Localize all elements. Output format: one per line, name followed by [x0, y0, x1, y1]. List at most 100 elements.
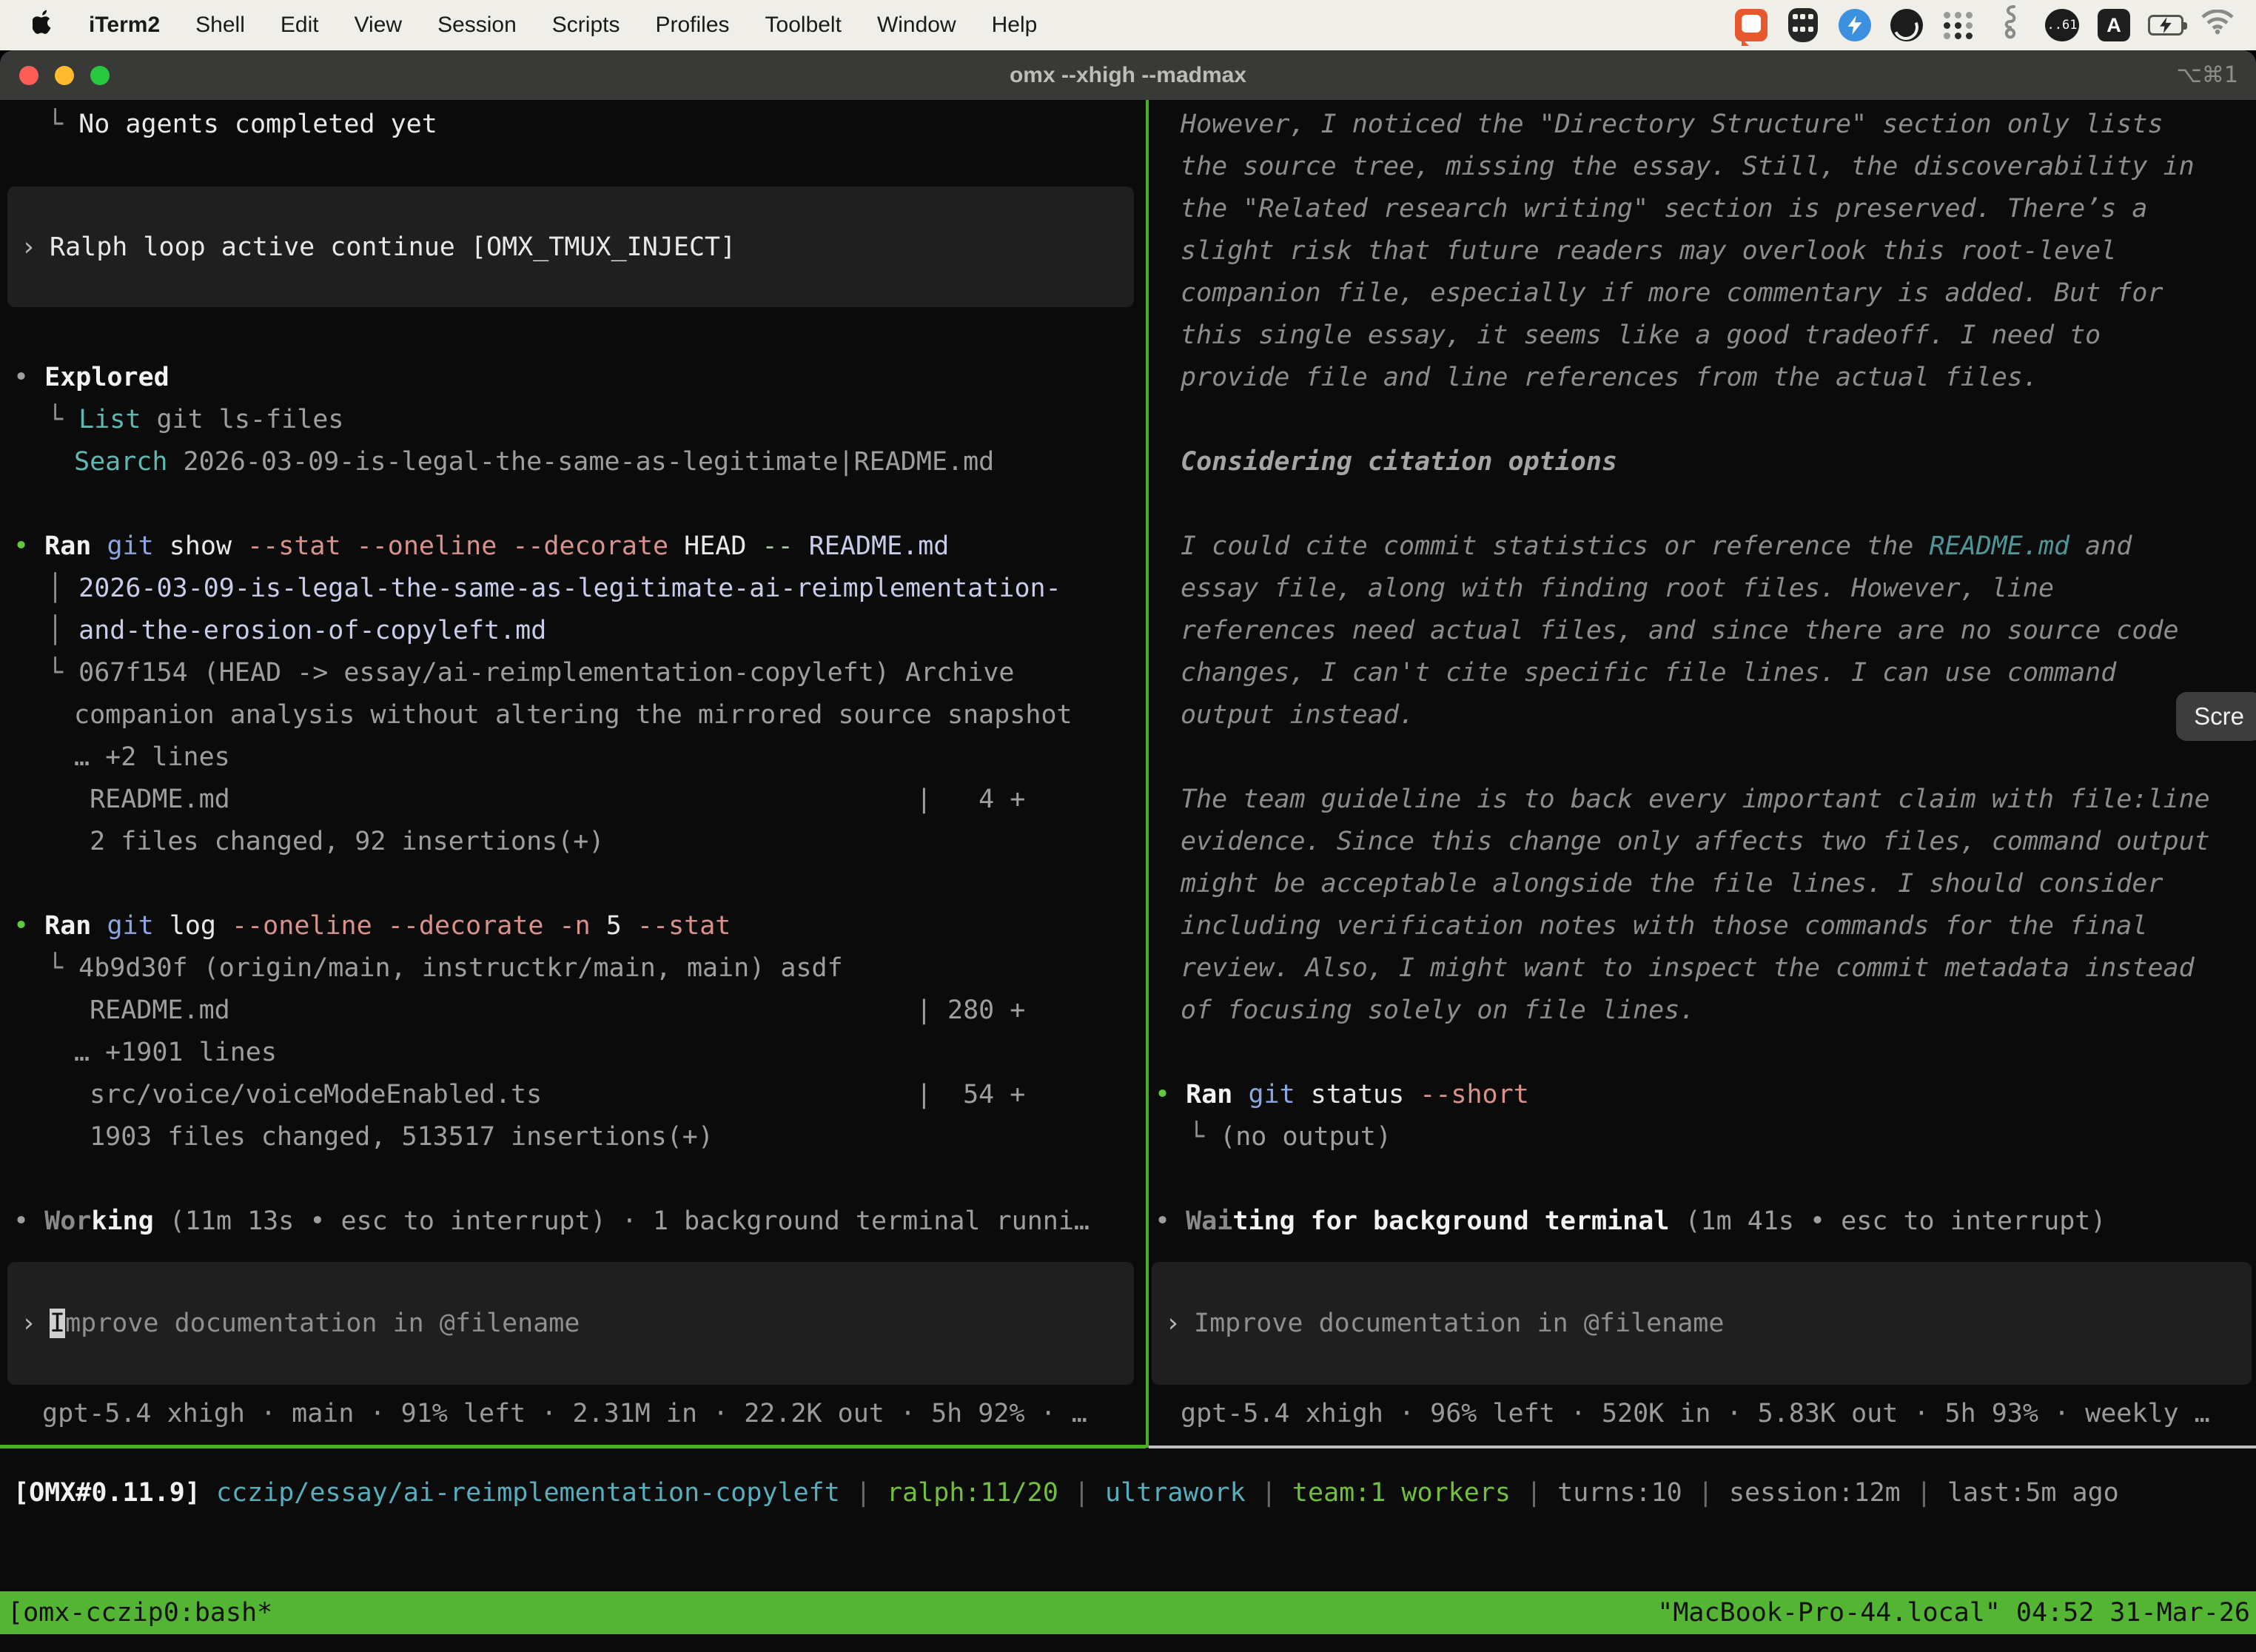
- terminal-text-segment: I could cite commit statistics or refere…: [1181, 531, 1929, 561]
- terminal-text-segment: │: [47, 574, 78, 603]
- menubar-item-scripts[interactable]: Scripts: [552, 13, 620, 38]
- terminal-text-segment: companion file, especially if more comme…: [1181, 278, 2163, 308]
- bolt-circle-icon[interactable]: [1837, 7, 1873, 43]
- wifi-icon[interactable]: [2200, 7, 2235, 43]
- left-pane-line: └ List git ls-files: [47, 399, 343, 441]
- right-pane-line: However, I noticed the "Directory Struct…: [1181, 104, 2163, 146]
- omx-status-segment: cczip/essay/ai-reimplementation-copyleft: [216, 1478, 840, 1508]
- right-pane-line: review. Also, I might want to inspect th…: [1181, 947, 2195, 990]
- omx-status-segment: turns:10: [1557, 1478, 1682, 1508]
- shield-keypad-icon[interactable]: [1785, 7, 1821, 43]
- menubar-item-profiles[interactable]: Profiles: [655, 13, 729, 38]
- right-pane-line: companion file, especially if more comme…: [1181, 272, 2163, 315]
- right-pane-line: the "Related research writing" section i…: [1181, 188, 2147, 230]
- omx-status-segment: ultrawork: [1105, 1478, 1246, 1508]
- apple-menu-icon[interactable]: [33, 10, 53, 41]
- terminal-text-segment: •: [13, 911, 44, 941]
- tmux-pane-divider[interactable]: [1146, 100, 1149, 1448]
- left-pane-line: src/voice/voiceModeEnabled.ts | 54 +: [74, 1074, 1025, 1116]
- squiggle-icon[interactable]: [1993, 7, 2028, 43]
- terminal-text-segment: output instead.: [1181, 700, 1414, 730]
- terminal-text-segment: 4b9d30f (origin/main, instructkr/main, m…: [78, 953, 843, 983]
- terminal-text-segment: --decorate: [497, 531, 668, 561]
- tmux-session-name[interactable]: [omx-cczip0:bash*: [0, 1598, 272, 1628]
- right-pane-line: • Ran git status --short: [1155, 1074, 1529, 1116]
- letter-a-icon[interactable]: A: [2096, 7, 2132, 43]
- terminal-text-segment: … +1901 lines: [74, 1038, 277, 1067]
- terminal-text-segment: └: [47, 658, 78, 688]
- terminal-content[interactable]: › Ralph loop active continue [OMX_TMUX_I…: [0, 100, 2256, 1652]
- terminal-text-segment: log: [154, 911, 216, 941]
- omx-status-segment: [OMX#0.11.9]: [13, 1478, 216, 1508]
- terminal-text-segment: README.md | 4 +: [74, 785, 1025, 814]
- omx-status-segment: session:12m: [1729, 1478, 1901, 1508]
- terminal-text-segment: the source tree, missing the essay. Stil…: [1181, 152, 2195, 181]
- menubar-item-iterm2[interactable]: iTerm2: [89, 13, 160, 38]
- terminal-text-segment: --stat: [232, 531, 341, 561]
- left-pane-line: • Working (11m 13s • esc to interrupt) ·…: [13, 1201, 1090, 1243]
- left-input-placeholder[interactable]: Improve documentation in @filename: [50, 1309, 580, 1338]
- menubar-item-help[interactable]: Help: [992, 13, 1038, 38]
- terminal-text-segment: (no output): [1220, 1122, 1391, 1152]
- omx-status-segment: ralph:11/20: [887, 1478, 1058, 1508]
- terminal-text-segment: HEAD: [668, 531, 746, 561]
- left-pane-line: └ 067f154 (HEAD -> essay/ai-reimplementa…: [47, 652, 1014, 694]
- terminal-text-segment: README.md: [793, 531, 950, 561]
- terminal-text-segment: •: [13, 531, 44, 561]
- terminal-text-segment: [154, 1206, 169, 1236]
- screenshot-chat-icon[interactable]: [1733, 7, 1769, 43]
- terminal-text-segment: └: [47, 110, 78, 139]
- right-pane-line: Considering citation options: [1181, 441, 1617, 483]
- right-agent-input[interactable]: › Improve documentation in @filename: [1152, 1262, 2252, 1385]
- terminal-text-segment: │: [47, 616, 78, 645]
- terminal-text-segment: --decorate: [372, 911, 544, 941]
- left-pane-line: └ No agents completed yet: [47, 104, 437, 146]
- window-title: omx --xhigh --madmax: [0, 63, 2256, 88]
- right-pane-line: essay file, along with finding root file…: [1181, 568, 2054, 610]
- left-pane-line: companion analysis without altering the …: [74, 694, 1072, 736]
- menubar-item-edit[interactable]: Edit: [281, 13, 319, 38]
- terminal-text-segment: of focusing solely on file lines.: [1181, 995, 1695, 1025]
- terminal-text-segment: --short: [1404, 1080, 1529, 1109]
- right-pane-line: slight risk that future readers may over…: [1181, 230, 2116, 272]
- terminal-text-segment: 067f154 (HEAD -> essay/ai-reimplementati…: [78, 658, 1014, 688]
- terminal-text-segment: king: [91, 1206, 153, 1236]
- dots-grid-icon[interactable]: [1941, 7, 1976, 43]
- menubar-items: Shell Edit View Session Scripts Profiles Toolb…: [195, 13, 1037, 38]
- battery-charging-icon[interactable]: [2148, 7, 2183, 43]
- window-titlebar: omx --xhigh --madmax ⌥⌘1: [0, 50, 2256, 100]
- left-pane-line: └ 4b9d30f (origin/main, instructkr/main,…: [47, 947, 843, 990]
- terminal-text-segment: (11m 13s • esc to interrupt) · 1 backgro…: [169, 1206, 1090, 1236]
- terminal-text-segment: Search: [74, 447, 167, 477]
- menubar-item-shell[interactable]: Shell: [195, 13, 245, 38]
- terminal-text-segment: --oneline: [341, 531, 497, 561]
- crescent-camera-icon[interactable]: [1889, 7, 1924, 43]
- screen-share-popup-button[interactable]: Scre: [2176, 692, 2256, 741]
- terminal-text-segment: Ran: [44, 531, 91, 561]
- terminal-text-segment: ting for background terminal: [1232, 1206, 1669, 1236]
- terminal-text-segment: the "Related research writing" section i…: [1181, 194, 2147, 224]
- terminal-text-segment: (1m 41s • esc to interrupt): [1685, 1206, 2106, 1236]
- left-pane-line: README.md | 4 +: [74, 779, 1025, 821]
- menubar-item-session[interactable]: Session: [437, 13, 517, 38]
- right-model-statusline: gpt-5.4 xhigh · 96% left · 520K in · 5.8…: [1181, 1393, 2210, 1435]
- menubar-item-window[interactable]: Window: [877, 13, 956, 38]
- left-pane-line: 2 files changed, 92 insertions(+): [74, 821, 604, 863]
- left-agent-input[interactable]: › Improve documentation in @filename: [7, 1262, 1134, 1385]
- terminal-text-segment: Wai: [1186, 1206, 1232, 1236]
- right-pane-line: provide file and line references from th…: [1181, 357, 2038, 399]
- terminal-text-segment: The team guideline is to back every impo…: [1181, 785, 2210, 814]
- ralph-loop-banner: › Ralph loop active continue [OMX_TMUX_I…: [7, 187, 1134, 307]
- right-input-placeholder[interactable]: Improve documentation in @filename: [1194, 1309, 1724, 1338]
- terminal-text-segment: --oneline: [216, 911, 372, 941]
- terminal-text-segment: including verification notes with those …: [1181, 911, 2147, 941]
- menubar-item-view[interactable]: View: [355, 13, 402, 38]
- right-pane-line: └ (no output): [1189, 1116, 1391, 1158]
- terminal-text-segment: provide file and line references from th…: [1181, 363, 2038, 392]
- badge-61-icon[interactable]: ..61: [2044, 7, 2080, 43]
- terminal-text-segment: -n: [543, 911, 590, 941]
- terminal-text-segment: However, I noticed the "Directory Struct…: [1181, 110, 2163, 139]
- right-pane-bottom-border: [1149, 1446, 2256, 1448]
- terminal-text-segment: and-the-erosion-of-copyleft.md: [78, 616, 546, 645]
- menubar-item-toolbelt[interactable]: Toolbelt: [765, 13, 842, 38]
